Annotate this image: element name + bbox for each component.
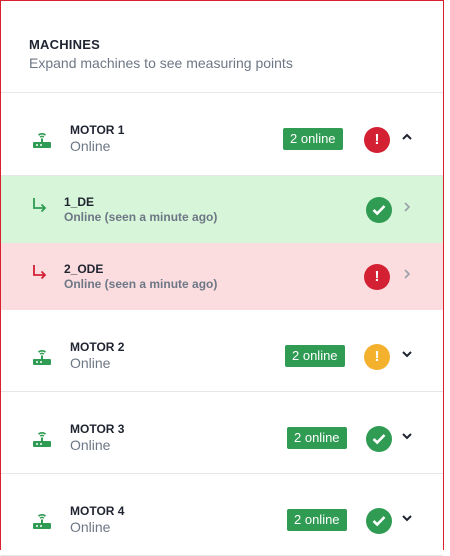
machine-row-motor-1[interactable]: MOTOR 1 Online 2 online !	[1, 93, 443, 176]
machine-row-motor-4[interactable]: MOTOR 4 Online 2 online	[1, 474, 443, 556]
router-wifi-icon	[33, 514, 51, 529]
point-name: 1_DE	[64, 195, 95, 209]
subdirectory-arrow-icon	[33, 198, 47, 213]
machine-status: Online	[70, 519, 111, 535]
machine-name: MOTOR 1	[70, 123, 125, 137]
measuring-point-row[interactable]: 1_DE Online (seen a minute ago)	[1, 176, 443, 243]
machine-status: Online	[70, 355, 111, 371]
point-name: 2_ODE	[64, 262, 104, 276]
chevron-down-icon[interactable]	[400, 511, 414, 525]
exclamation-circle-icon: !	[364, 127, 390, 153]
machine-row-motor-2[interactable]: MOTOR 2 Online 2 online !	[1, 310, 443, 392]
subdirectory-arrow-icon	[33, 265, 47, 280]
measuring-point-row[interactable]: 2_ODE Online (seen a minute ago) !	[1, 243, 443, 310]
panel-header: MACHINES Expand machines to see measurin…	[1, 1, 443, 93]
chevron-down-icon[interactable]	[400, 347, 414, 361]
check-circle-icon	[366, 426, 392, 452]
machine-status: Online	[70, 437, 111, 453]
machines-panel: MACHINES Expand machines to see measurin…	[0, 0, 444, 556]
online-badge: 2 online	[287, 509, 347, 531]
chevron-up-icon[interactable]	[400, 130, 414, 144]
machine-name: MOTOR 2	[70, 340, 125, 354]
chevron-right-icon[interactable]	[402, 201, 412, 213]
machine-row-motor-3[interactable]: MOTOR 3 Online 2 online	[1, 392, 443, 474]
online-badge: 2 online	[285, 345, 345, 367]
exclamation-circle-icon: !	[364, 344, 390, 370]
router-wifi-icon	[33, 350, 51, 365]
chevron-right-icon[interactable]	[402, 268, 412, 280]
panel-title: MACHINES	[29, 37, 100, 52]
machine-name: MOTOR 4	[70, 504, 125, 518]
chevron-down-icon[interactable]	[400, 429, 414, 443]
online-badge: 2 online	[287, 427, 347, 449]
machine-status: Online	[70, 138, 111, 154]
exclamation-circle-icon: !	[364, 264, 390, 290]
point-status: Online (seen a minute ago)	[64, 210, 218, 224]
check-circle-icon	[366, 197, 392, 223]
point-status: Online (seen a minute ago)	[64, 277, 218, 291]
router-wifi-icon	[33, 133, 51, 148]
panel-subtitle: Expand machines to see measuring points	[29, 55, 293, 71]
router-wifi-icon	[33, 432, 51, 447]
machine-name: MOTOR 3	[70, 422, 125, 436]
check-circle-icon	[366, 508, 392, 534]
online-badge: 2 online	[283, 128, 343, 150]
